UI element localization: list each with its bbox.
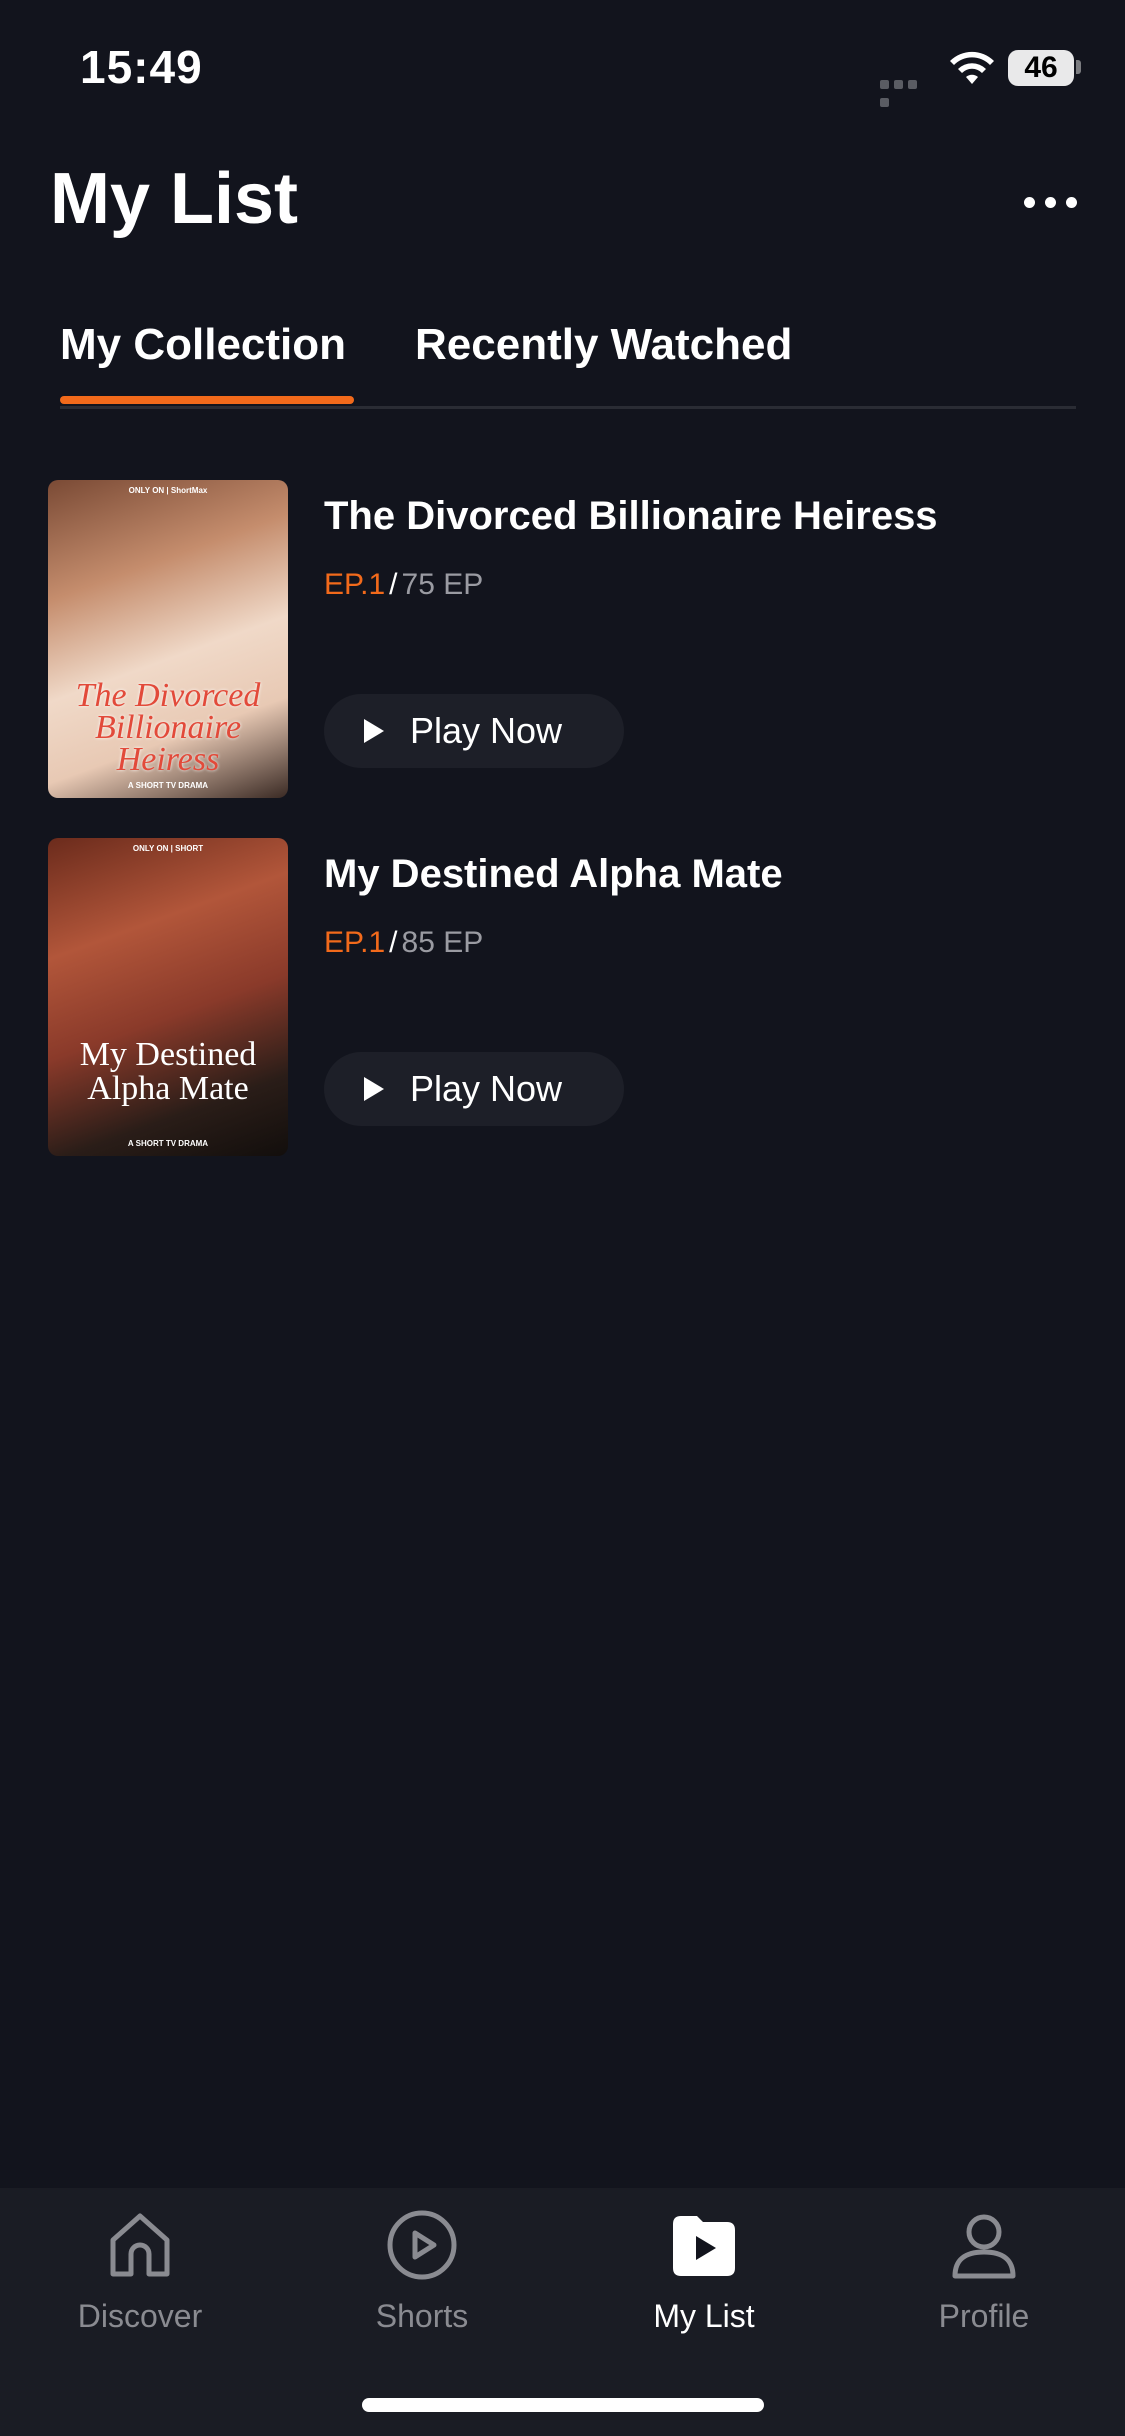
folder-play-icon [673, 2216, 735, 2276]
person-icon [952, 2214, 1016, 2279]
more-dot-icon [1023, 196, 1035, 208]
battery-cap [1076, 60, 1081, 74]
play-now-button[interactable]: Play Now [324, 694, 624, 768]
status-time: 15:49 [80, 41, 203, 93]
play-circle-icon [387, 2210, 457, 2280]
episode-total: 85 EP [401, 926, 484, 959]
play-now-button[interactable]: Play Now [324, 1052, 624, 1126]
poster-top-text: ONLY ON | SHORT [132, 844, 204, 853]
episode-current: EP.1 [324, 926, 386, 959]
status-bar: 15:49 46 [0, 0, 1125, 130]
play-icon [364, 719, 384, 743]
episode-separator: / [389, 568, 398, 601]
episode-progress: EP.1/85 EP [324, 926, 483, 960]
nav-label: Shorts [375, 2298, 469, 2334]
item-title[interactable]: My Destined Alpha Mate [324, 852, 783, 897]
page-title: My List [50, 159, 299, 239]
poster-image[interactable]: ONLY ON | ShortMax The Divorced Billiona… [48, 480, 288, 798]
poster-top-text: ONLY ON | ShortMax [128, 486, 208, 495]
nav-item-my-list[interactable]: My List [604, 2206, 804, 2335]
nav-item-shorts[interactable]: Shorts [322, 2206, 522, 2335]
home-indicator [362, 2398, 764, 2412]
more-dot-icon [1044, 196, 1056, 208]
episode-progress: EP.1/75 EP [324, 568, 483, 602]
item-title[interactable]: The Divorced Billionaire Heiress [324, 494, 938, 539]
poster-title-text: The Divorced Billionaire Heiress [75, 677, 261, 778]
wifi-icon [950, 51, 994, 84]
nav-label: My List [653, 2298, 755, 2334]
more-options-button[interactable] [1010, 180, 1090, 224]
play-now-label: Play Now [410, 1068, 563, 1109]
list-item: ONLY ON | SHORT My Destined Alpha Mate A… [48, 838, 1078, 1158]
nav-label: Profile [938, 2298, 1030, 2334]
active-tab-indicator [60, 396, 354, 404]
play-now-label: Play Now [410, 710, 563, 751]
poster-bottom-text: A SHORT TV DRAMA [127, 781, 209, 790]
episode-total: 75 EP [401, 568, 484, 601]
poster-title-text: My Destined Alpha Mate [79, 1036, 257, 1107]
nav-label: Discover [77, 2298, 203, 2334]
list-item: ONLY ON | ShortMax The Divorced Billiona… [48, 480, 1078, 800]
more-dot-icon [1065, 196, 1077, 208]
tab-my-collection[interactable]: My Collection [60, 320, 346, 370]
episode-separator: / [389, 926, 398, 959]
nav-item-profile[interactable]: Profile [884, 2206, 1084, 2335]
tab-bar: My Collection Recently Watched [60, 300, 1076, 409]
battery-icon: 46 [1008, 50, 1074, 86]
play-icon [364, 1077, 384, 1101]
poster-bottom-text: A SHORT TV DRAMA [127, 1139, 209, 1148]
poster-image[interactable]: ONLY ON | SHORT My Destined Alpha Mate A… [48, 838, 288, 1156]
tab-recently-watched[interactable]: Recently Watched [415, 320, 792, 370]
nav-item-discover[interactable]: Discover [40, 2206, 240, 2335]
episode-current: EP.1 [324, 568, 386, 601]
home-icon [110, 2213, 170, 2277]
cellular-signal-icon [880, 76, 934, 107]
